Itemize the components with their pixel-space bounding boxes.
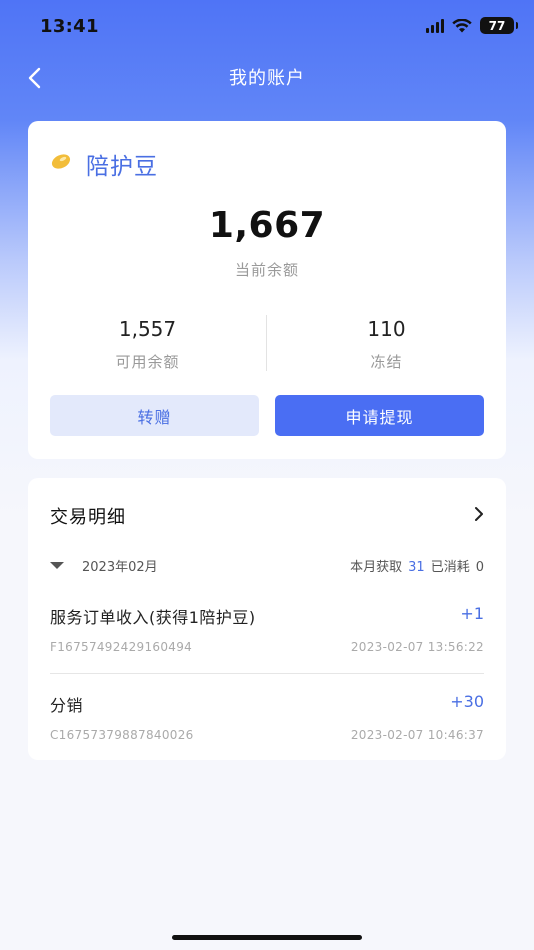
battery-icon: 77 <box>480 17 518 34</box>
transfer-button[interactable]: 转赠 <box>50 395 259 436</box>
signal-icon <box>426 18 444 33</box>
chevron-right-icon[interactable] <box>472 505 486 523</box>
status-icons: 77 <box>426 17 518 34</box>
withdraw-button[interactable]: 申请提现 <box>275 395 484 436</box>
bean-icon <box>51 154 71 169</box>
transaction-name: 服务订单收入(获得1陪护豆) <box>50 608 256 627</box>
transaction-row[interactable]: 服务订单收入(获得1陪护豆) +1 F16757492429160494 202… <box>50 604 484 666</box>
status-time: 13:41 <box>40 16 99 37</box>
transaction-details-card: 交易明细 2023年02月 本月获取 31 已消耗 0 服务订单收入(获得1陪护豆) … <box>28 478 506 760</box>
caret-down-icon[interactable] <box>50 562 64 569</box>
account-title: 陪护豆 <box>86 154 158 180</box>
transaction-row[interactable]: 分销 +30 C16757379887840026 2023-02-07 10:… <box>50 692 484 754</box>
account-card: 陪护豆 1,667 当前余额 1,557 可用余额 110 冻结 转赠 申请提现 <box>28 121 506 459</box>
month-summary: 本月获取 31 已消耗 0 <box>350 556 484 575</box>
month-row: 2023年02月 本月获取 31 已消耗 0 <box>50 556 484 576</box>
transaction-code: C16757379887840026 <box>50 728 194 742</box>
available-balance-value: 1,557 <box>118 317 177 341</box>
transaction-details-title: 交易明细 <box>50 507 126 528</box>
transaction-amount: +1 <box>460 604 484 623</box>
spent-label: 已消耗 <box>430 560 470 575</box>
transaction-name: 分销 <box>50 696 84 715</box>
frozen-balance-value: 110 <box>367 317 406 341</box>
frozen-balance: 110 冻结 <box>267 317 506 372</box>
transaction-divider <box>50 673 484 674</box>
transaction-amount: +30 <box>450 692 484 711</box>
current-balance-label: 当前余额 <box>234 261 299 279</box>
earned-value: 31 <box>408 560 425 575</box>
available-balance: 1,557 可用余额 <box>28 317 267 372</box>
earned-label: 本月获取 <box>350 560 403 575</box>
nav-bar: 我的账户 <box>0 54 534 100</box>
transaction-time: 2023-02-07 10:46:37 <box>350 728 484 742</box>
wifi-icon <box>452 18 472 32</box>
status-bar: 13:41 77 <box>0 0 534 54</box>
transaction-time: 2023-02-07 13:56:22 <box>350 640 484 654</box>
transaction-code: F16757492429160494 <box>50 640 193 654</box>
available-balance-label: 可用余额 <box>115 353 180 371</box>
current-balance-value: 1,667 <box>208 205 326 246</box>
spent-value: 0 <box>475 560 484 575</box>
frozen-balance-label: 冻结 <box>370 353 403 371</box>
page-title: 我的账户 <box>229 68 305 89</box>
home-indicator[interactable] <box>172 935 362 940</box>
month-selector[interactable]: 2023年02月 <box>82 556 158 575</box>
